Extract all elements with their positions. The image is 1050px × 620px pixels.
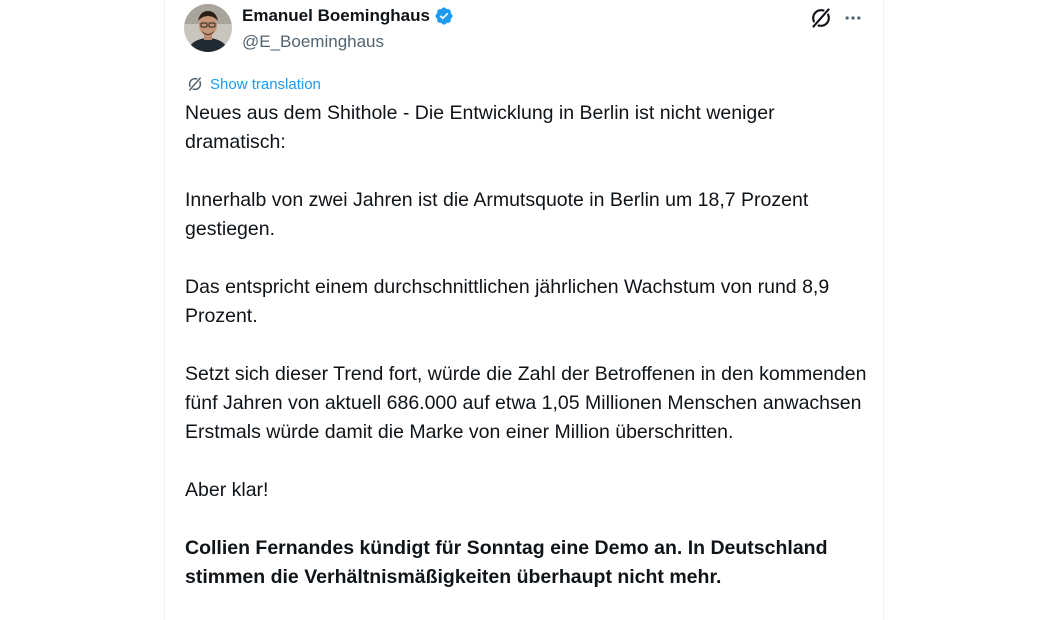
avatar[interactable] bbox=[184, 4, 232, 52]
tweet-paragraph-bold: Collien Fernandes kündigt für Sonntag ei… bbox=[185, 537, 828, 588]
more-dots-icon[interactable] bbox=[840, 5, 866, 31]
tweet-paragraph: Das entspricht einem durchschnittlichen … bbox=[185, 276, 830, 327]
tweet-paragraph: Innerhalb von zwei Jahren ist die Armuts… bbox=[185, 189, 809, 240]
verified-badge-icon bbox=[434, 6, 454, 26]
author-handle[interactable]: @E_Boeminghaus bbox=[242, 32, 384, 52]
author-name-row[interactable]: Emanuel Boeminghaus bbox=[242, 6, 454, 26]
tweet-paragraph: Setzt sich dieser Trend fort, würde die … bbox=[185, 363, 867, 443]
tweet-paragraph: Neues aus dem Shithole - Die Entwicklung… bbox=[185, 102, 775, 153]
author-name[interactable]: Emanuel Boeminghaus bbox=[242, 6, 430, 26]
tweet-paragraph: Aber klar! bbox=[185, 479, 269, 501]
show-translation-label[interactable]: Show translation bbox=[210, 76, 321, 93]
show-translation-link[interactable]: Show translation bbox=[186, 75, 321, 93]
column-border-left bbox=[164, 0, 165, 620]
grok-icon[interactable] bbox=[808, 5, 834, 31]
translate-icon bbox=[186, 75, 204, 93]
column-border-right bbox=[883, 0, 884, 620]
tweet-text: Neues aus dem Shithole - Die Entwicklung… bbox=[185, 99, 875, 592]
